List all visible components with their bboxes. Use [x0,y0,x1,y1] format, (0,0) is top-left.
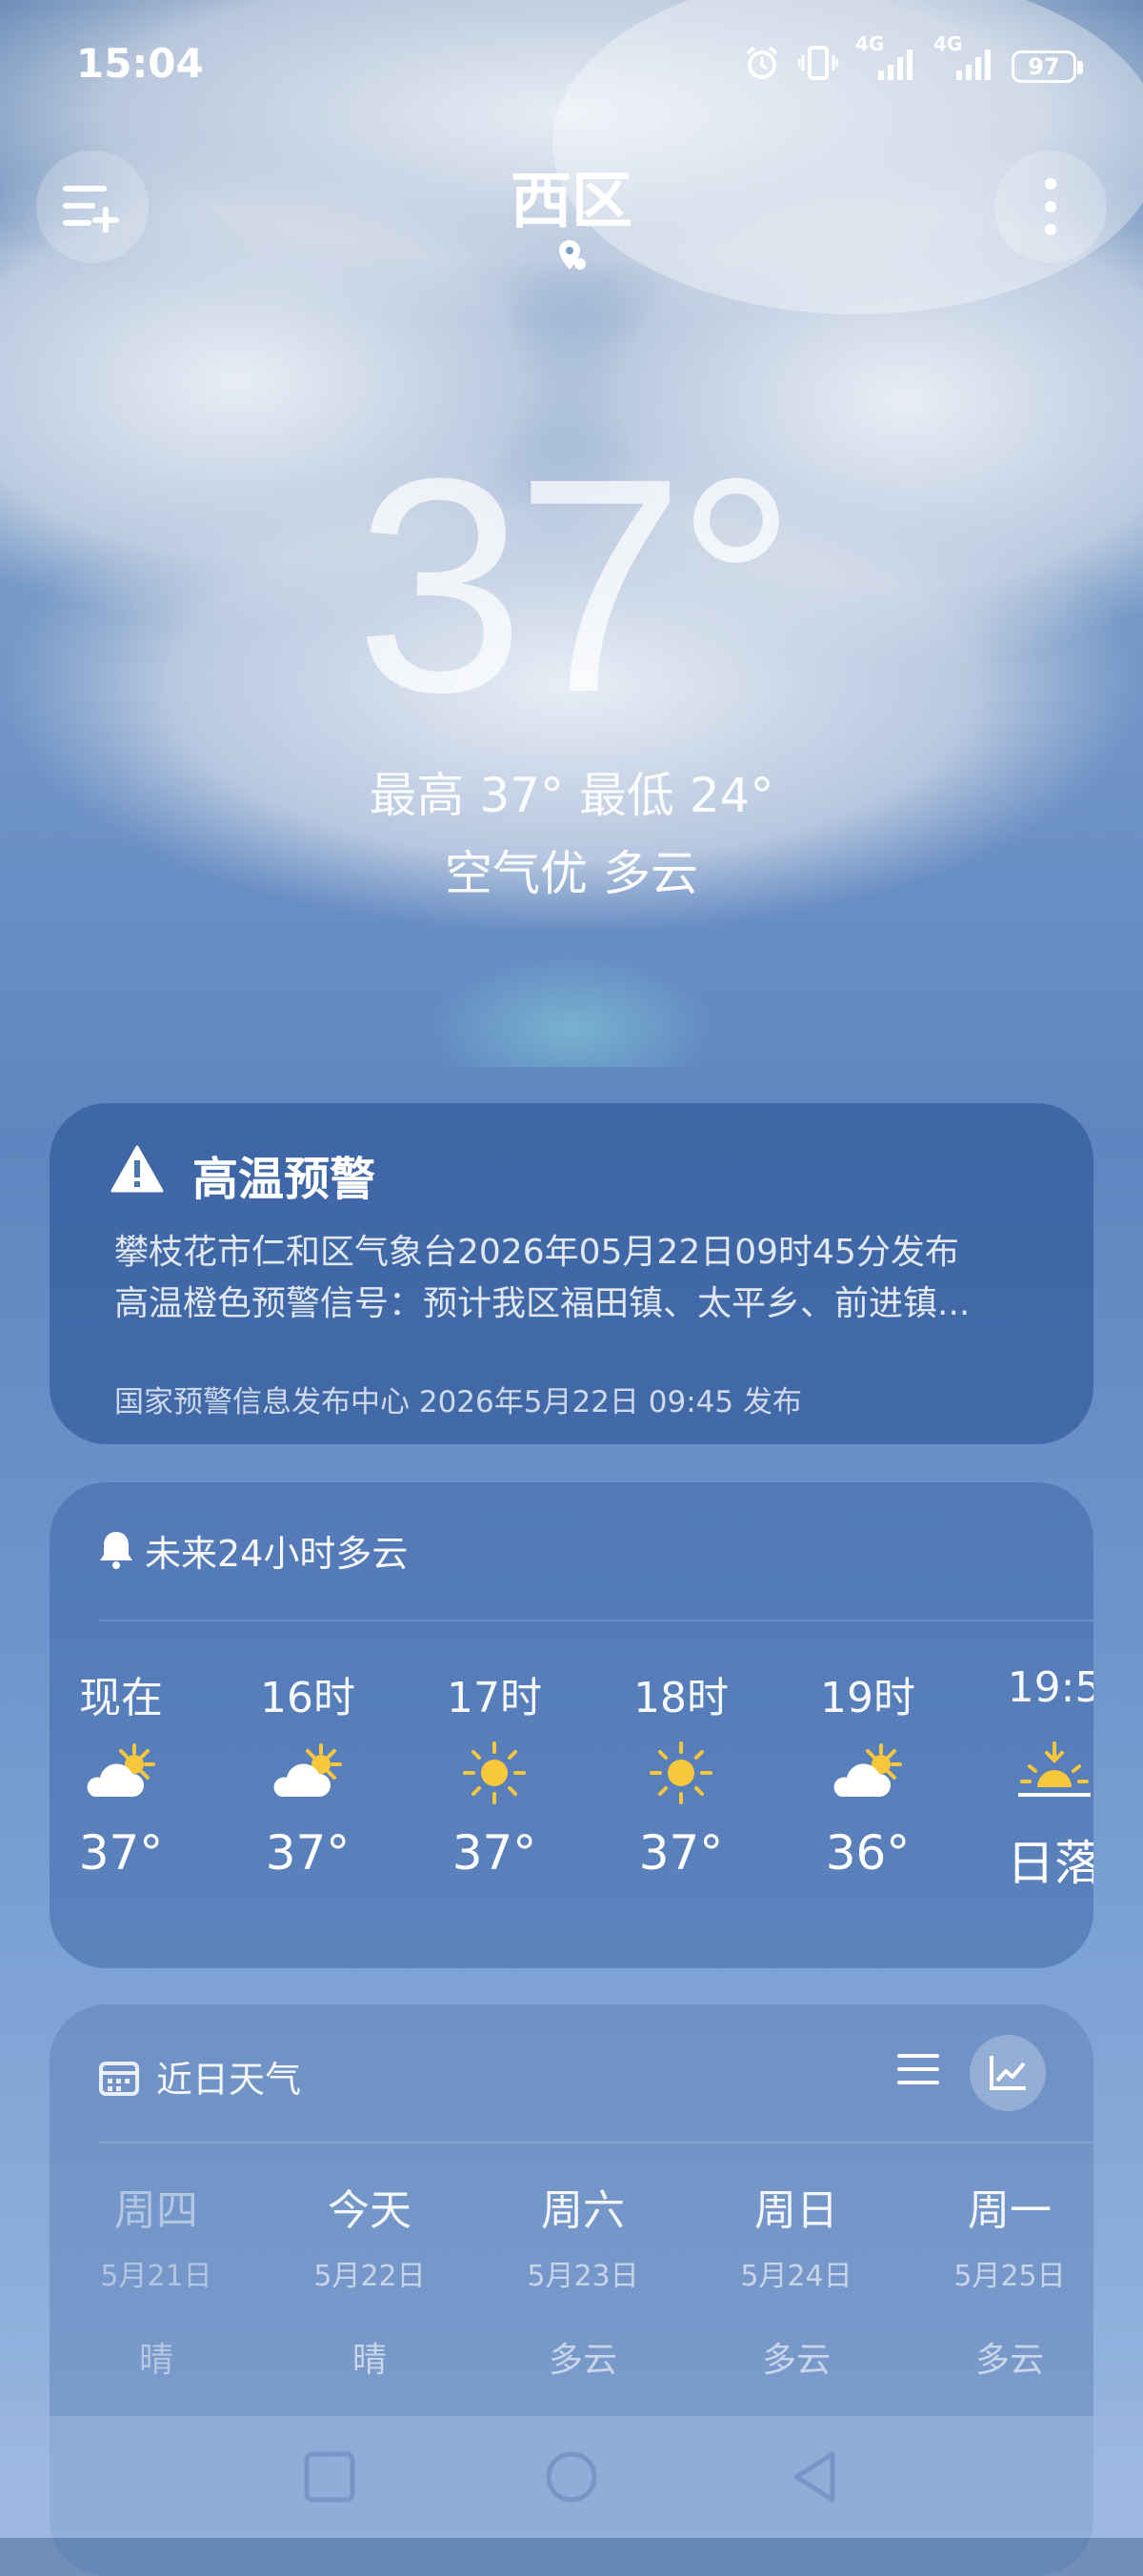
sunset-icon [1018,1741,1091,1797]
home-button[interactable] [543,2448,600,2506]
day-weather: 多云 [548,2341,617,2380]
battery-level: 97 [1028,52,1060,80]
hour-temp: 日落 [1007,1836,1093,1891]
warning-line: 高温橙色预警信号：预计我区福田镇、太平乡、前进镇... [114,1284,971,1323]
hour-temp: 36° [825,1825,911,1881]
divider [99,1620,1093,1621]
chart-view-button[interactable] [970,2035,1046,2111]
hour-item: 18时 37° [610,1663,752,1881]
divider [99,2142,1093,2143]
line-chart-icon [990,2056,1026,2090]
hour-label: 18时 [633,1674,729,1722]
day-name: 周一 [968,2186,1052,2235]
day-date: 5月23日 [527,2260,639,2293]
warning-icon [110,1145,164,1193]
day-weather: 晴 [138,2341,173,2380]
air-quality-condition: 空气优 多云 [445,846,698,901]
bell-icon [100,1532,132,1569]
warning-source: 国家预警信息发布中心 2026年5月22日 09:45 发布 [114,1385,802,1419]
current-temperature: 37° [355,414,797,755]
partly-cloudy-icon [833,1743,902,1797]
system-navigation-bar [0,2416,1143,2538]
sunny-icon [463,1741,526,1804]
vibrate-icon [797,44,839,89]
day-weather: 多云 [761,2341,831,2380]
hour-label: 现在 [79,1674,163,1722]
hour-label: 19:5 [1007,1663,1093,1712]
warning-line: 攀枝花市仁和区气象台2026年05月22日09时45分发布 [114,1233,959,1272]
hourly-header: 未来24小时多云 [145,1533,409,1575]
day-date: 5月21日 [100,2260,212,2293]
daily-header: 近日天气 [156,2059,302,2101]
status-icons: 4G 4G 97 [743,32,1083,89]
sunny-icon [650,1741,712,1804]
network-type-label: 4G [855,32,885,55]
day-item: 今天 5月22日 晴 [274,2176,465,2382]
warning-title: 高温预警 [192,1153,376,1206]
hour-label: 17时 [447,1674,542,1722]
calendar-icon [99,2062,139,2096]
hour-item: 17时 37° [423,1663,566,1881]
city-name[interactable]: 西区 [0,152,1143,240]
hourly-forecast-card: 未来24小时多云 现在 37° 16时 37° 17时 37° 18时 37° … [50,1482,1093,1968]
day-item: 周六 5月23日 多云 [488,2176,678,2382]
status-time: 15:04 [76,40,204,87]
alarm-icon [743,44,781,89]
hour-item: 16时 37° [236,1663,379,1881]
partly-cloudy-icon [87,1743,155,1797]
day-name: 周六 [541,2186,625,2235]
warning-body: 攀枝花市仁和区气象台2026年05月22日09时45分发布 高温橙色预警信号：预… [114,1227,1036,1330]
back-button[interactable] [787,2448,844,2506]
hour-temp: 37° [451,1825,537,1881]
partly-cloudy-icon [273,1743,342,1797]
day-weather: 晴 [351,2341,387,2380]
high-low-temperature: 最高 37° 最低 24° [369,768,774,823]
day-name: 今天 [328,2186,411,2235]
day-item: 周一 5月25日 多云 [914,2176,1105,2382]
day-weather: 多云 [974,2341,1044,2380]
recents-button[interactable] [301,2448,358,2506]
day-name: 周日 [754,2186,838,2235]
status-bar: 15:04 4G 4G 97 [76,32,1083,93]
hour-item: 19:5 日落 [983,1663,1093,1894]
day-item: 周四 5月21日 晴 [61,2176,251,2382]
signal-2-icon: 4G [933,32,994,89]
day-date: 5月22日 [313,2260,426,2293]
day-date: 5月25日 [953,2260,1066,2293]
hour-label: 16时 [260,1674,355,1722]
day-name: 周四 [114,2186,198,2235]
hour-temp: 37° [638,1825,724,1881]
heat-warning-card[interactable]: 高温预警 攀枝花市仁和区气象台2026年05月22日09时45分发布 高温橙色预… [50,1103,1093,1444]
battery-icon: 97 [1012,50,1083,83]
hour-temp: 37° [265,1825,351,1881]
hourly-list[interactable]: 现在 37° 16时 37° 17时 37° 18时 37° 19时 36° 1… [50,1663,1093,1930]
hour-item: 现在 37° [50,1663,192,1881]
list-view-button[interactable] [897,2050,939,2088]
hour-label: 19时 [820,1674,915,1722]
signal-1-icon: 4G [855,32,916,89]
network-type-label: 4G [933,32,963,55]
location-pin-icon [559,240,586,270]
day-date: 5月24日 [740,2260,852,2293]
hour-temp: 37° [78,1825,164,1881]
hour-item: 19时 36° [796,1663,939,1881]
day-item: 周日 5月24日 多云 [701,2176,892,2382]
